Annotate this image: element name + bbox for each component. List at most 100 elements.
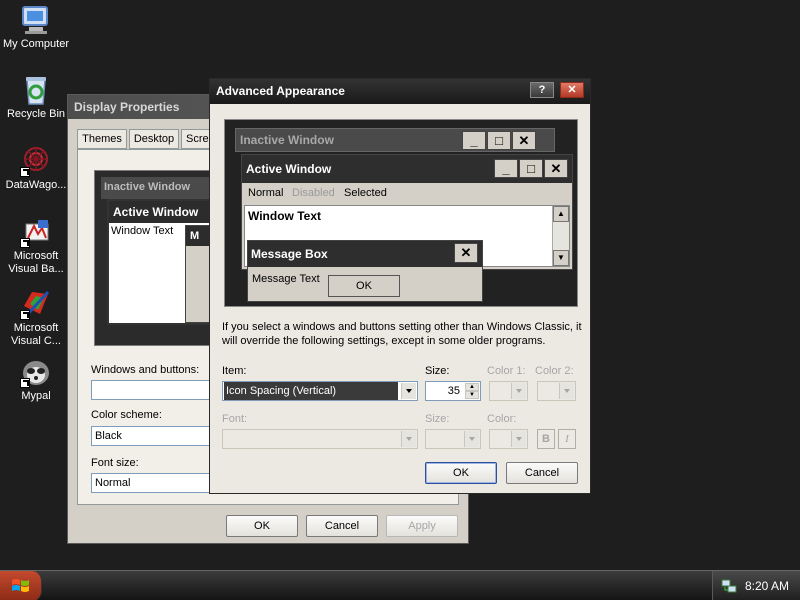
preview-inactive-title: Inactive Window [240,133,334,147]
desktop-icon-visual-c[interactable]: Microsoft Visual C... [0,288,72,348]
preview-inactive-title: Inactive Window [104,181,191,193]
window-title: Display Properties [74,100,180,114]
preview-active-window: Active Window Window Text M [107,199,217,325]
tab-themes[interactable]: Themes [77,129,127,149]
spinner-down-icon[interactable]: ▼ [465,391,479,399]
preview-message-titlebar: Message Box ✕ [248,241,482,267]
color2-picker[interactable] [537,381,576,401]
preview-inactive-window: Inactive Window _ □ ✕ [235,128,555,152]
minimize-icon: _ [462,131,486,150]
close-icon: ✕ [544,159,568,178]
font-size-select[interactable]: Normal [91,473,215,493]
color-scheme-select[interactable]: Black [91,426,215,446]
computer-icon [20,4,52,36]
preview-message-title: M [190,230,200,242]
chevron-down-icon [401,383,416,399]
shortcut-arrow-icon [20,167,30,177]
desktop-icon-recycle-bin[interactable]: Recycle Bin [0,74,72,121]
dialog-title: Advanced Appearance [216,84,345,98]
size-label: Size: [425,365,450,377]
preview-menu-normal: Normal [248,187,284,199]
close-button[interactable]: ✕ [560,82,584,98]
chevron-down-icon [511,431,526,447]
preview-menu-bar: Normal Disabled Selected [242,183,572,203]
desktop-icon-label: My Computer [2,38,70,50]
desktop-icon-visual-basic[interactable]: Microsoft Visual Ba... [0,216,72,276]
font-color-label: Color: [487,413,517,425]
font-size-label: Font size: [91,457,139,469]
ok-button[interactable]: OK [226,515,298,537]
desktop-icon-label: Recycle Bin [6,108,66,120]
item-select[interactable]: Icon Spacing (Vertical) [222,381,418,401]
desktop-icon-datawagon[interactable]: DataWago... [0,145,72,192]
appearance-preview: Inactive Window Active Window Window Tex… [94,170,217,346]
preview-message-ok-label: OK [356,280,372,292]
spinner-up-icon[interactable]: ▲ [465,383,479,391]
preview-menu-disabled: Disabled [292,187,335,199]
font-color-picker[interactable] [489,429,528,449]
desktop-icon-my-computer[interactable]: My Computer [0,4,72,51]
system-tray: 8:20 AM [712,571,800,600]
color1-picker[interactable] [489,381,528,401]
font-size-label: Size: [425,413,450,425]
item-label: Item: [222,365,247,377]
preview-active-titlebar: Active Window [109,201,213,223]
preview-inactive-window: Inactive Window [101,177,215,199]
preview-message-text: Message Text [252,273,320,285]
preview-window-text: Window Text [248,209,321,223]
advanced-preview[interactable]: Inactive Window _ □ ✕ Active Window _ □ … [224,119,578,307]
windows-logo-icon [12,579,29,592]
datawagon-icon [20,145,52,177]
preview-active-title: Active Window [246,162,332,176]
maximize-icon: □ [519,159,543,178]
item-select-value: Icon Spacing (Vertical) [224,382,398,400]
help-button[interactable]: ? [530,82,554,98]
shortcut-arrow-icon [20,238,30,248]
bold-button[interactable]: B [537,429,555,449]
advanced-appearance-dialog: Advanced Appearance ? ✕ Inactive Window … [209,78,591,494]
preview-message-box: Message Box ✕ Message Text OK [247,240,483,302]
shortcut-arrow-icon [20,310,30,320]
preview-scrollbar: ▲ ▼ [552,206,569,266]
scroll-up-icon: ▲ [553,206,569,222]
font-size-select[interactable] [425,429,481,449]
cancel-button[interactable]: Cancel [306,515,378,537]
taskbar: 8:20 AM [0,570,800,600]
desktop-icon-mypal[interactable]: Mypal [0,356,72,403]
tab-label: Themes [82,133,122,145]
minimize-icon: _ [494,159,518,178]
help-icon: ? [538,84,546,96]
chevron-down-icon [559,383,574,399]
font-size-value: Normal [95,477,131,489]
close-icon: ✕ [512,131,536,150]
recycle-bin-icon [20,74,52,106]
tab-desktop[interactable]: Desktop [129,129,179,149]
clock[interactable]: 8:20 AM [745,571,789,600]
font-label: Font: [222,413,248,425]
ok-button[interactable]: OK [425,462,497,484]
desktop-icon-label: Mypal [21,390,51,402]
visual-basic-icon [20,216,52,248]
tab-label: Desktop [133,133,175,145]
advanced-appearance-titlebar[interactable]: Advanced Appearance ? ✕ [210,79,590,104]
visual-c-icon [20,288,52,320]
close-icon: ✕ [567,84,577,96]
mypal-icon [20,356,52,388]
bold-icon: B [542,433,550,445]
shortcut-arrow-icon [20,378,30,388]
preview-menu-selected: Selected [344,187,387,199]
chevron-down-icon [464,431,479,447]
network-icon[interactable] [721,578,737,594]
italic-button[interactable]: I [558,429,576,449]
cancel-button[interactable]: Cancel [506,462,578,484]
size-spinner[interactable]: 35 ▲ ▼ [425,381,481,401]
apply-button[interactable]: Apply [386,515,458,537]
start-button[interactable] [0,571,42,600]
tab-label: Scre [186,133,209,145]
windows-buttons-label: Windows and buttons: [91,364,200,376]
font-select[interactable] [222,429,418,449]
desktop-icon-label: Microsoft Visual Ba... [8,250,64,275]
windows-buttons-select[interactable] [91,380,215,400]
chevron-down-icon [511,383,526,399]
chevron-down-icon [401,431,416,447]
